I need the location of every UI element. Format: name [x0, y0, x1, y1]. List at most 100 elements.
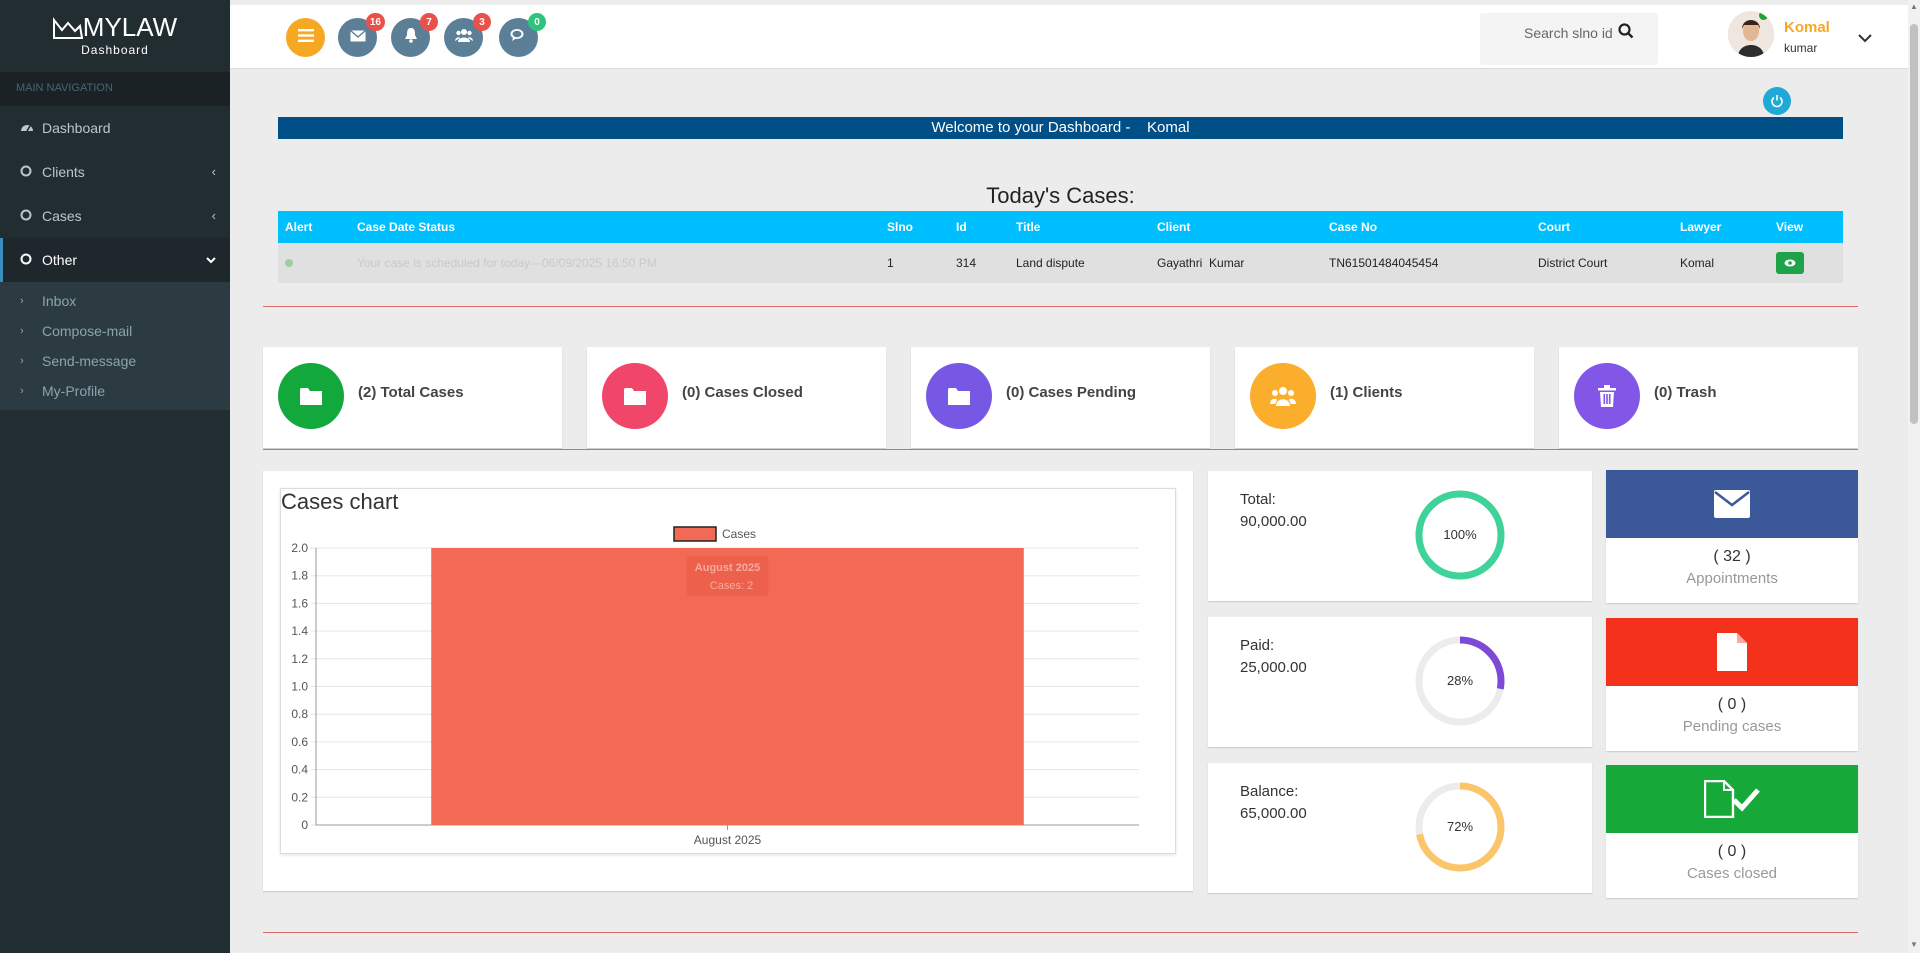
- sidebar-item-clients[interactable]: Clients ‹: [0, 150, 230, 194]
- y-tick-label: 1.8: [291, 569, 308, 583]
- finance-value: 65,000.00: [1240, 805, 1307, 822]
- todays-cases-title: Today's Cases:: [986, 183, 1135, 208]
- logo[interactable]: MYLAW Dashboard: [0, 0, 230, 72]
- chevron-right-icon: ›: [20, 355, 24, 367]
- finance-card-total: Total: 90,000.00 100%: [1208, 471, 1592, 601]
- brand-name: MYLAW: [82, 12, 178, 42]
- chevron-right-icon: ›: [20, 325, 24, 337]
- users-icon: [1250, 363, 1316, 429]
- y-tick-label: 1.4: [291, 624, 308, 638]
- subitem-label: Send-message: [42, 353, 137, 369]
- todays-cases-table: Alert Case Date Status Slno Id Title Cli…: [278, 211, 1843, 283]
- sidebar-subitem-send-message[interactable]: › Send-message: [0, 346, 230, 376]
- title-cell: Land dispute: [1009, 243, 1150, 283]
- x-tick-label: August 2025: [694, 833, 762, 847]
- divider: [263, 306, 1858, 307]
- stat-card-total-cases[interactable]: (2) Total Cases: [263, 347, 562, 448]
- finance-label: Total:: [1240, 491, 1276, 508]
- y-tick-label: 0: [301, 818, 308, 832]
- users-icon: [454, 28, 473, 47]
- stat-label: (1) Clients: [1330, 384, 1403, 401]
- ring-percent-label: 100%: [1443, 527, 1477, 542]
- stat-label: (0) Trash: [1654, 384, 1717, 401]
- subitem-label: Compose-mail: [42, 323, 133, 339]
- lawyer-cell: Komal: [1673, 243, 1769, 283]
- envelope-icon: [349, 29, 366, 47]
- power-icon[interactable]: [1763, 87, 1791, 115]
- dashboard-icon: [20, 120, 42, 136]
- chevron-down-icon[interactable]: [1858, 31, 1872, 46]
- box-card-pending-cases[interactable]: ( 0 ) Pending cases: [1606, 618, 1858, 751]
- scroll-down-icon[interactable]: ▼: [1910, 940, 1918, 949]
- users-button[interactable]: 3: [444, 13, 491, 57]
- column-header: Case No: [1322, 211, 1531, 243]
- top-navbar: 16 7 3 0 Komal kumar: [230, 5, 1908, 69]
- y-tick-label: 2.0: [291, 541, 308, 555]
- column-header: Case Date Status: [350, 211, 880, 243]
- finance-label: Paid:: [1240, 637, 1275, 654]
- divider: [263, 449, 1858, 450]
- ring-percent-label: 72%: [1447, 819, 1473, 834]
- stat-card-clients[interactable]: (1) Clients: [1235, 347, 1534, 448]
- column-header: Alert: [278, 211, 350, 243]
- search-input[interactable]: [1480, 13, 1630, 65]
- box-label: Pending cases: [1682, 718, 1782, 735]
- column-header: View: [1769, 211, 1843, 243]
- sidebar-item-label: Cases: [42, 208, 82, 224]
- circle-icon: [20, 164, 42, 180]
- brand-subtitle: Dashboard: [81, 43, 149, 57]
- avatar: [1728, 11, 1774, 57]
- case-status-cell: Your case is scheduled for today---06/09…: [350, 243, 880, 283]
- mail-button[interactable]: 16: [338, 13, 385, 57]
- sidebar-subitem-inbox[interactable]: › Inbox: [0, 286, 230, 316]
- finance-value: 90,000.00: [1240, 513, 1307, 530]
- sidebar-item-cases[interactable]: Cases ‹: [0, 194, 230, 238]
- sidebar: MYLAW Dashboard MAIN NAVIGATION Dashboar…: [0, 0, 230, 953]
- search-icon[interactable]: [1618, 23, 1642, 47]
- search-box: [1480, 13, 1658, 65]
- scroll-up-icon[interactable]: ▲: [1910, 2, 1918, 11]
- sidebar-item-label: Dashboard: [42, 120, 111, 136]
- y-tick-label: 1.0: [291, 680, 308, 694]
- folder-icon: [926, 363, 992, 429]
- stat-card-cases-closed[interactable]: (0) Cases Closed: [587, 347, 886, 448]
- notification-count-badge: 7: [420, 13, 438, 31]
- legend-swatch: [673, 526, 717, 542]
- sidebar-item-other[interactable]: Other: [0, 238, 230, 282]
- stat-card-cases-pending[interactable]: (0) Cases Pending: [911, 347, 1210, 448]
- column-header: Client: [1150, 211, 1322, 243]
- sidebar-item-dashboard[interactable]: Dashboard: [0, 106, 230, 150]
- divider: [263, 932, 1858, 933]
- scrollbar-thumb[interactable]: [1910, 24, 1918, 424]
- y-tick-label: 0.4: [291, 763, 308, 777]
- alert-cell: [278, 243, 350, 283]
- box-count: ( 0 ): [1717, 696, 1747, 713]
- users-count-badge: 3: [473, 13, 491, 31]
- folder-icon: [602, 363, 668, 429]
- user-menu[interactable]: Komal kumar: [1728, 9, 1898, 65]
- envelope-icon: [1606, 470, 1858, 538]
- page-scrollbar[interactable]: ▲ ▼: [1908, 0, 1920, 953]
- table-header-row: Alert Case Date Status Slno Id Title Cli…: [278, 211, 1843, 243]
- subitem-label: Inbox: [42, 293, 77, 309]
- mail-count-badge: 16: [365, 13, 385, 31]
- id-cell: 314: [949, 243, 1009, 283]
- menu-toggle-button[interactable]: [286, 18, 325, 57]
- mountain-logo-icon: [52, 16, 83, 39]
- trash-icon: [1574, 363, 1640, 429]
- notifications-button[interactable]: 7: [391, 13, 438, 57]
- stat-card-trash[interactable]: (0) Trash: [1559, 347, 1858, 448]
- sidebar-subitem-my-profile[interactable]: › My-Profile: [0, 376, 230, 406]
- sidebar-subitem-compose-mail[interactable]: › Compose-mail: [0, 316, 230, 346]
- chat-button[interactable]: 0: [499, 13, 546, 57]
- court-cell: District Court: [1531, 243, 1673, 283]
- y-tick-label: 0.6: [291, 735, 308, 749]
- user-name: Komal: [1784, 19, 1830, 36]
- box-card-cases-closed[interactable]: ( 0 ) Cases closed: [1606, 765, 1858, 898]
- cases-chart-panel: Cases chart 0 0.2 0.4 0.6 0.8 1.0 1.2 1.4 1.6 1.8…: [263, 471, 1193, 891]
- user-role: kumar: [1784, 41, 1818, 55]
- box-card-appointments[interactable]: ( 32 ) Appointments: [1606, 470, 1858, 603]
- welcome-banner: Welcome to your Dashboard - Komal: [278, 117, 1843, 139]
- view-button[interactable]: [1776, 252, 1804, 274]
- finance-card-paid: Paid: 25,000.00 28%: [1208, 617, 1592, 747]
